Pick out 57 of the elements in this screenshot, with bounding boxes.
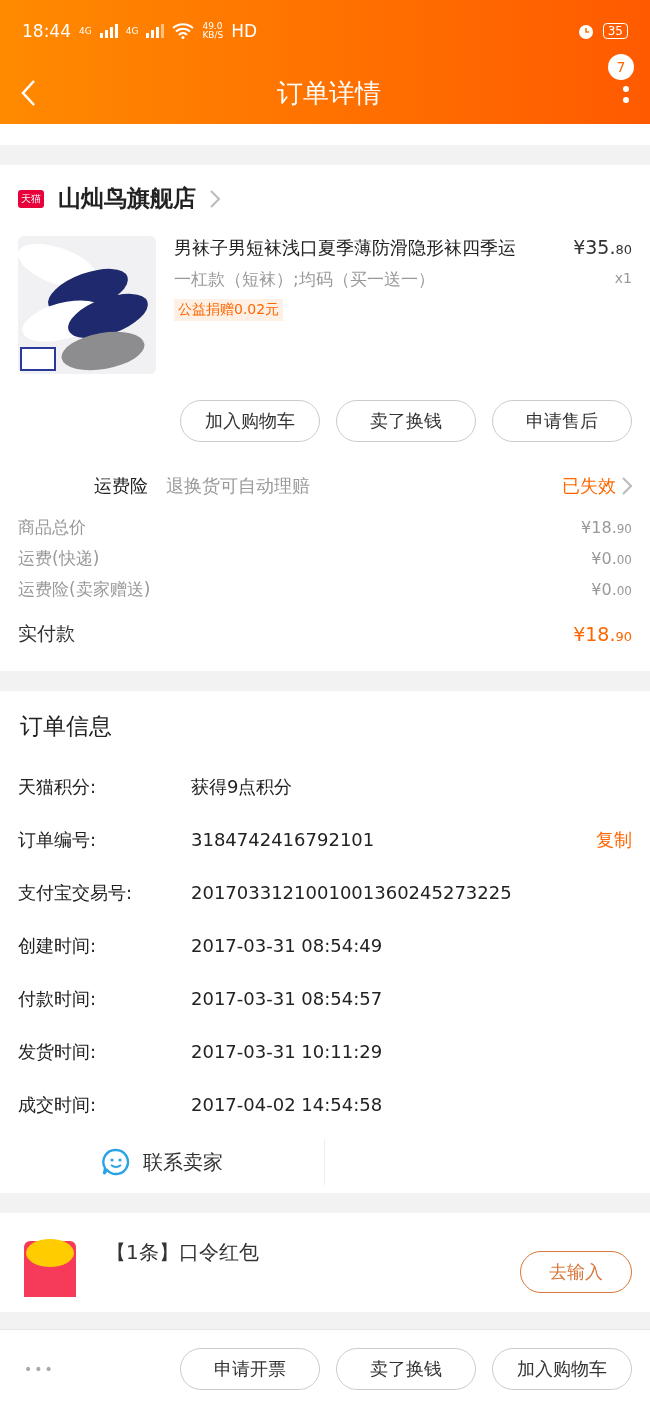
contact-seller-button[interactable]: 联系卖家 <box>0 1139 325 1185</box>
network-label: 4G <box>125 26 139 36</box>
signal-icon <box>146 24 165 38</box>
insurance-description: 退换货可自动理赔 <box>166 474 311 498</box>
action-button[interactable]: 加入购物车 <box>492 1348 632 1390</box>
total-label: 实付款 <box>18 621 75 646</box>
info-label: 订单编号: <box>18 827 98 852</box>
donation-tag: 公益捐赠0.02元 <box>174 299 284 321</box>
signal-icon <box>99 24 118 38</box>
action-button[interactable]: 卖了换钱 <box>336 400 476 442</box>
info-label: 成交时间: <box>18 1092 98 1117</box>
network-label: 4G <box>79 26 92 36</box>
info-label: 发货时间: <box>18 1039 98 1064</box>
info-label: 支付宝交易号: <box>18 880 134 905</box>
product-price: ¥35.80 <box>573 236 632 258</box>
action-button[interactable]: 申请开票 <box>180 1348 320 1390</box>
battery-level: 35 <box>602 23 628 39</box>
info-value: 2017-03-31 10:11:29 <box>191 1041 384 1062</box>
insurance-label: 运费险 <box>94 474 148 498</box>
info-label: 天猫积分: <box>18 774 98 799</box>
alarm-icon <box>576 22 595 40</box>
cost-label: 商品总价 <box>18 516 86 539</box>
speed-label: 49.0 KB/S <box>202 22 224 40</box>
chevron-icon[interactable] <box>622 477 632 495</box>
info-value: 2017-04-02 14:54:58 <box>191 1094 384 1115</box>
coupon-title: 【1条】口令红包 <box>106 1239 260 1266</box>
chevron-icon[interactable] <box>210 189 220 208</box>
cost-label: 运费险(卖家赠送) <box>18 578 151 601</box>
cost-label: 运费(快递) <box>18 547 100 570</box>
info-value: 2017-03-31 08:54:57 <box>191 988 384 1009</box>
info-value: 2017-03-31 08:54:49 <box>191 935 384 956</box>
info-label: 创建时间: <box>18 933 98 958</box>
coupon-icon <box>24 1237 76 1297</box>
product-title[interactable]: 男袜子男短袜浅口夏季薄防滑隐形袜四季运 <box>174 236 556 260</box>
chat-icon <box>101 1147 131 1177</box>
info-value: 3184742416792101 <box>191 829 376 850</box>
info-value: 获得9点积分 <box>191 774 294 799</box>
cost-value: ¥18.90 <box>581 518 632 537</box>
page-title: 订单详情 <box>276 76 382 110</box>
product-quantity: x1 <box>614 270 632 286</box>
store-name[interactable]: 山灿鸟旗舰店 <box>58 183 196 214</box>
total-value: ¥18.90 <box>573 623 632 645</box>
info-label: 付款时间: <box>18 986 98 1011</box>
cost-value: ¥0.00 <box>591 549 632 568</box>
section-title: 订单信息 <box>19 712 113 741</box>
action-button[interactable]: 申请售后 <box>492 400 632 442</box>
action-button[interactable]: 加入购物车 <box>180 400 320 442</box>
store-badge: 天猫 <box>18 189 44 208</box>
cost-value: ¥0.00 <box>591 580 632 599</box>
product-spec: 一杠款（短袜）;均码（买一送一） <box>174 268 436 291</box>
hd-label: HD <box>231 21 258 41</box>
back-icon[interactable] <box>20 79 36 107</box>
notification-badge: 7 <box>608 54 634 80</box>
info-value: 2017033121001001360245273225 <box>191 882 513 903</box>
clock-time: 18:44 <box>22 21 71 41</box>
wifi-icon <box>172 23 195 39</box>
action-button[interactable]: 卖了换钱 <box>336 1348 476 1390</box>
